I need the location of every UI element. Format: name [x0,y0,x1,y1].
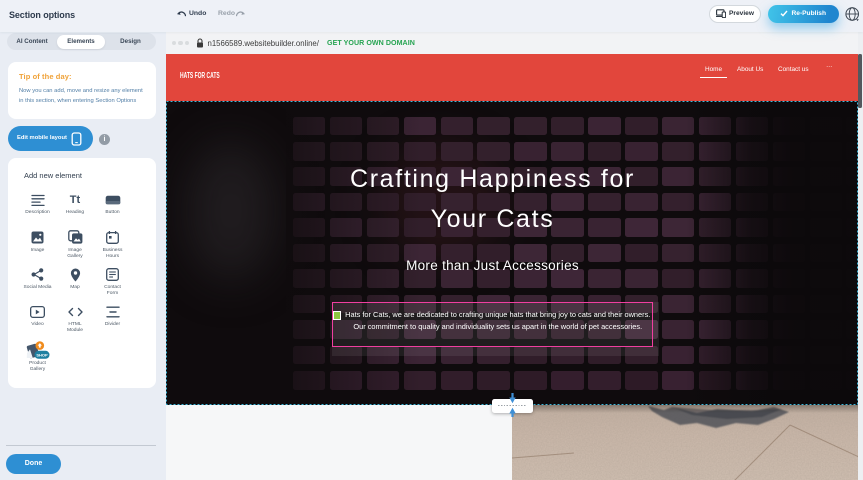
svg-text:SHOP: SHOP [36,352,48,357]
